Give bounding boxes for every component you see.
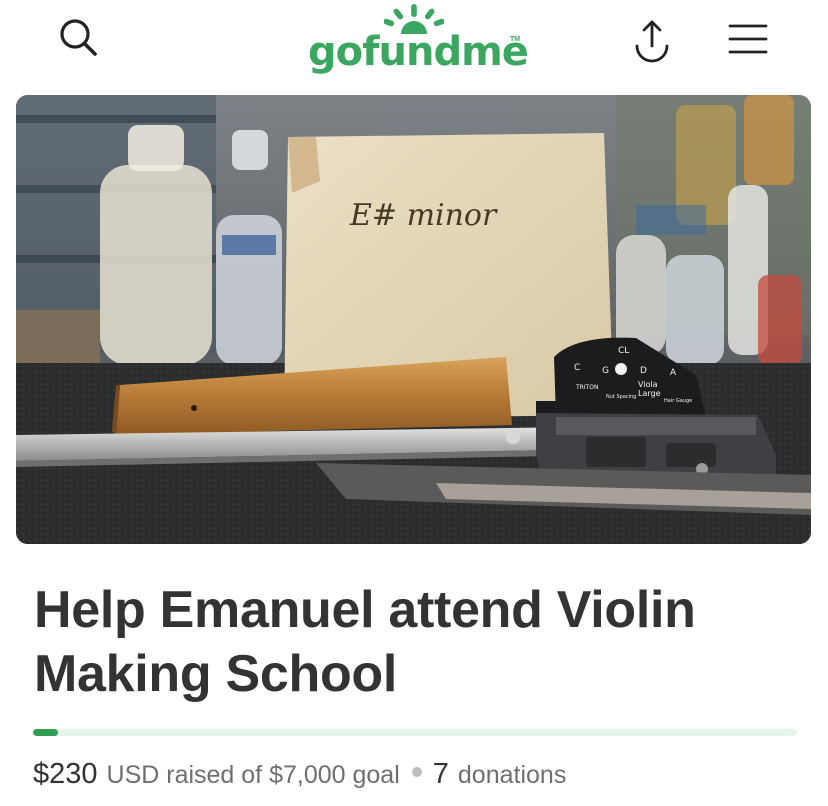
hero-photo: E# minor CL C G D A Viola Large TRITON N…	[16, 95, 811, 544]
search-button[interactable]	[54, 14, 102, 62]
progress-bar	[33, 729, 797, 736]
gauge-label-hair-gauge: Hair Gauge	[664, 398, 692, 404]
progress-fill	[33, 729, 59, 736]
hamburger-menu-icon	[728, 24, 768, 54]
gauge-label-d: D	[640, 366, 647, 376]
gauge-label-viola: Viola	[638, 380, 658, 389]
campaign-title: Help Emanuel attend Violin Making School	[34, 581, 696, 703]
gauge-label-large: Large	[638, 389, 661, 398]
trademark-mark: TM	[510, 36, 521, 43]
header: gofundme TM	[0, 0, 828, 90]
gauge-label-a: A	[670, 368, 677, 378]
gauge-label-c: C	[574, 363, 580, 373]
gauge-label-cl: CL	[618, 346, 629, 356]
search-icon	[60, 19, 97, 56]
gofundme-logo[interactable]: gofundme TM	[306, 2, 529, 82]
gauge-label-g: G	[602, 366, 609, 376]
gauge-label-nut-spacing: Nut Spacing	[606, 394, 636, 400]
donations-count[interactable]: 7	[433, 758, 449, 791]
brand-name: gofundme	[308, 29, 529, 75]
menu-button[interactable]	[724, 14, 772, 62]
sign-text: E# minor	[349, 198, 498, 233]
raised-goal-text: USD raised of $7,000 goal	[106, 761, 400, 789]
share-upload-icon	[635, 20, 669, 63]
donations-label[interactable]: donations	[458, 761, 566, 790]
donation-stats: $230 USD raised of $7,000 goal 7 donatio…	[33, 758, 566, 802]
raised-amount: $230	[33, 758, 98, 790]
gauge-label-triton: TRITON	[575, 384, 598, 391]
share-button[interactable]	[628, 16, 676, 64]
campaign-hero-image[interactable]: E# minor CL C G D A Viola Large TRITON N…	[16, 95, 811, 544]
separator-dot	[411, 767, 422, 777]
